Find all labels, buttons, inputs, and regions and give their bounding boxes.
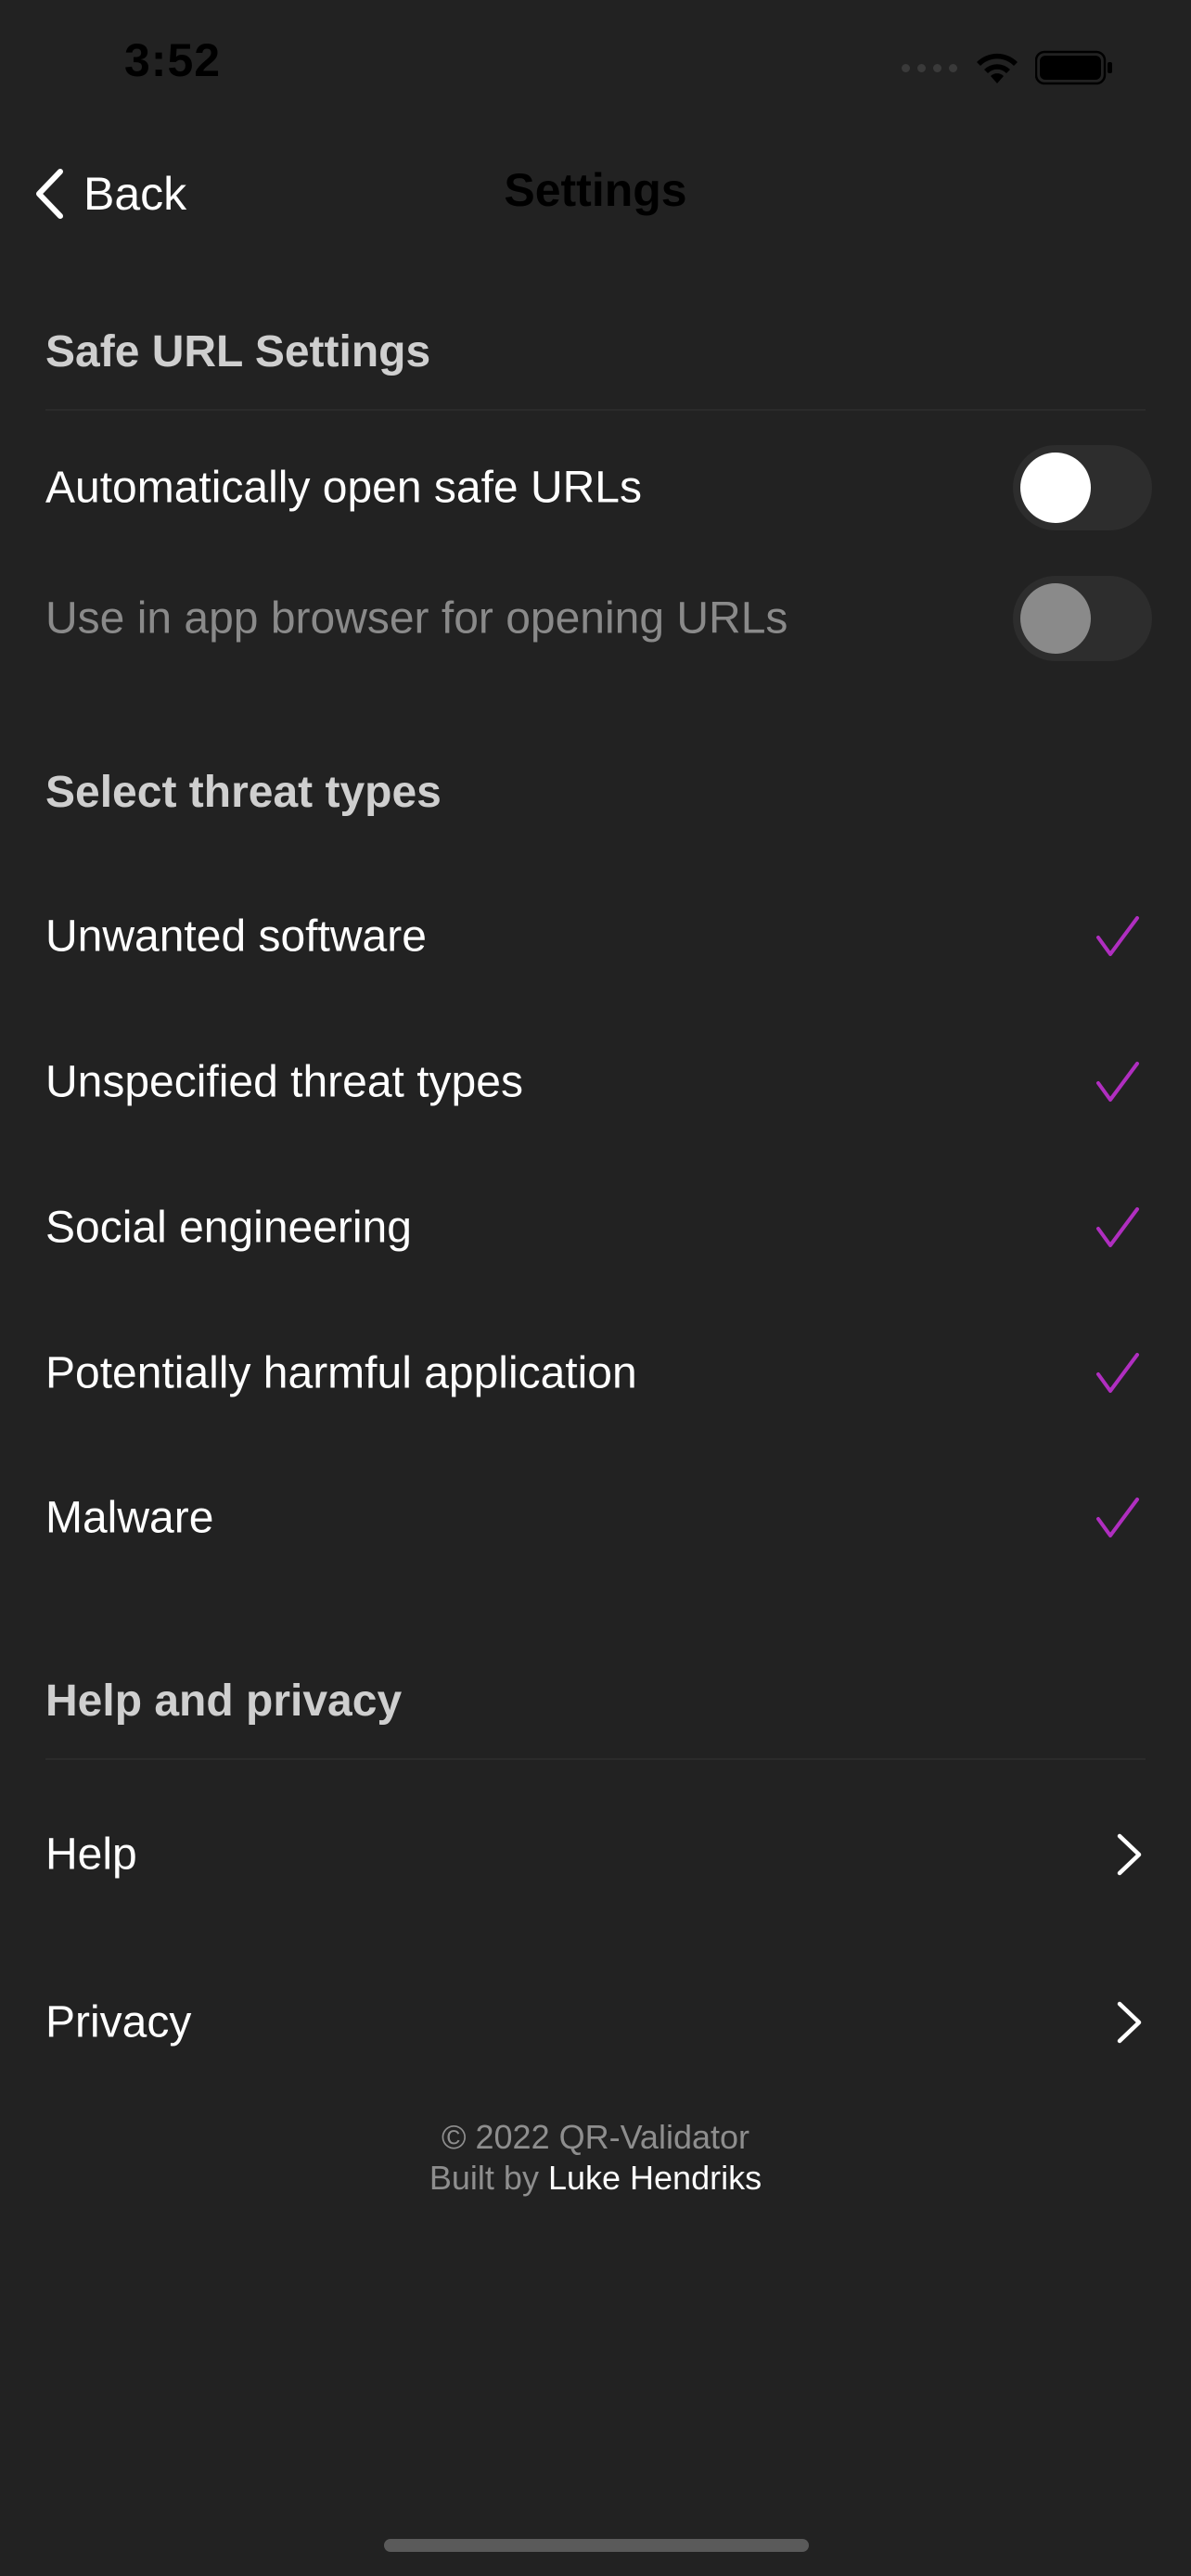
chevron-right-icon [1117,1833,1142,1876]
privacy-label: Privacy [45,1997,192,2047]
checkmark-icon [1096,1498,1139,1537]
built-by-text: Built by [429,2159,539,2197]
wifi-icon [977,53,1018,83]
divider [45,1758,1146,1760]
setting-label: Automatically open safe URLs [45,463,642,513]
copyright-text: © 2022 QR-Validator [441,2118,749,2156]
toggle-knob [1020,583,1091,654]
chevron-right-icon [1117,2001,1142,2044]
threat-label: Unspecified threat types [45,1057,523,1107]
navigation-bar: Back Settings [0,139,1191,247]
threat-label: Potentially harmful application [45,1348,637,1398]
threat-row-unspecified[interactable]: Unspecified threat types [0,1022,1191,1142]
privacy-row[interactable]: Privacy [0,1962,1191,2083]
divider [45,409,1146,411]
section-header-safe-url: Safe URL Settings [45,327,431,376]
threat-row-unwanted-software[interactable]: Unwanted software [0,876,1191,997]
threat-label: Malware [45,1493,214,1543]
setting-row-auto-open: Automatically open safe URLs [0,427,1191,548]
home-indicator [384,2539,809,2552]
built-by-line: Built by Luke Hendriks [0,2158,1191,2199]
checkmark-icon [1096,1353,1139,1393]
toggle-knob [1020,453,1091,523]
section-header-threat-types: Select threat types [45,768,442,817]
auto-open-toggle[interactable] [1013,445,1152,530]
checkmark-icon [1096,1207,1139,1247]
help-row[interactable]: Help [0,1794,1191,1915]
threat-label: Social engineering [45,1203,412,1253]
in-app-browser-toggle[interactable] [1013,576,1152,661]
page-title: Settings [504,164,687,216]
author-link[interactable]: Luke Hendriks [548,2159,762,2197]
footer: © 2022 QR-Validator Built by Luke Hendri… [0,2117,1191,2199]
section-header-help-privacy: Help and privacy [45,1677,403,1726]
status-time: 3:52 [124,34,222,86]
cellular-signal-icon [902,63,957,72]
status-bar: 3:52 [0,0,1191,130]
threat-row-social-engineering[interactable]: Social engineering [0,1167,1191,1288]
checkmark-icon [1096,916,1139,956]
status-icons [902,45,1113,91]
setting-row-in-app-browser: Use in app browser for opening URLs [0,558,1191,679]
help-label: Help [45,1830,137,1880]
threat-row-harmful-application[interactable]: Potentially harmful application [0,1313,1191,1434]
threat-row-malware[interactable]: Malware [0,1458,1191,1578]
checkmark-icon [1096,1062,1139,1102]
setting-label: Use in app browser for opening URLs [45,593,788,644]
battery-icon [1035,50,1112,85]
threat-label: Unwanted software [45,912,427,962]
